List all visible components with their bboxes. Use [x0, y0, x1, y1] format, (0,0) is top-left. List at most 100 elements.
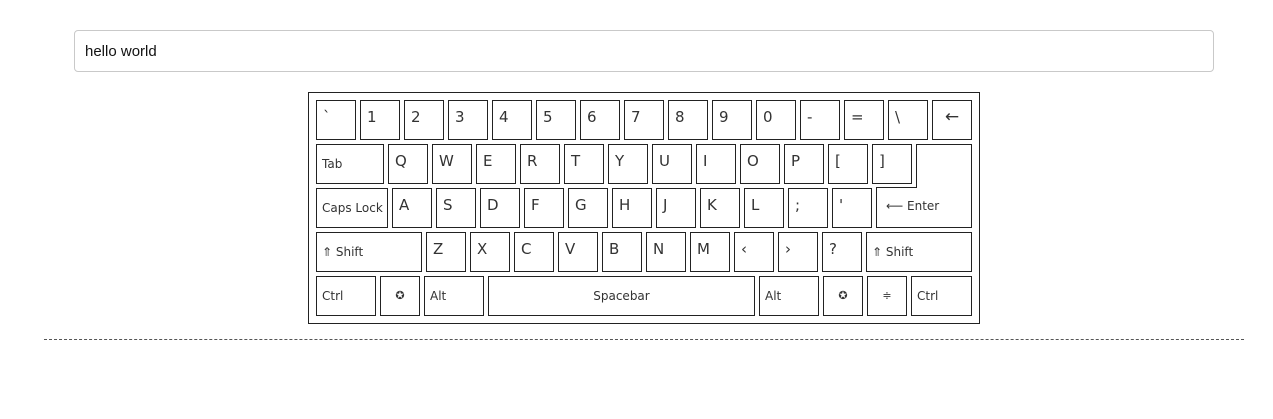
key-s[interactable]: S: [436, 188, 476, 228]
key-right-meta[interactable]: ✪: [823, 276, 863, 316]
key-k[interactable]: K: [700, 188, 740, 228]
key-t[interactable]: T: [564, 144, 604, 184]
key-label: J: [663, 196, 668, 214]
key-w[interactable]: W: [432, 144, 472, 184]
menu-icon: ≑: [882, 289, 892, 302]
key-label: G: [575, 196, 587, 214]
key-q[interactable]: Q: [388, 144, 428, 184]
key-a[interactable]: A: [392, 188, 432, 228]
key-j[interactable]: J: [656, 188, 696, 228]
key-label: 1: [367, 108, 377, 126]
key-label: ?: [829, 240, 837, 258]
key-menu[interactable]: ≑: [867, 276, 907, 316]
key-spacebar[interactable]: Spacebar: [488, 276, 755, 316]
key-label: ⇑ Shift: [872, 245, 914, 259]
key-semicolon[interactable]: ;: [788, 188, 828, 228]
key-p[interactable]: P: [784, 144, 824, 184]
key-9[interactable]: 9: [712, 100, 752, 140]
key-question[interactable]: ?: [822, 232, 862, 272]
key-label: 6: [587, 108, 597, 126]
key-g[interactable]: G: [568, 188, 608, 228]
meta-icon: ✪: [395, 289, 405, 302]
key-label: K: [707, 196, 717, 214]
key-label: O: [747, 152, 759, 170]
text-input[interactable]: [74, 30, 1214, 72]
key-backtick[interactable]: `: [316, 100, 356, 140]
key-right-bracket[interactable]: ]: [872, 144, 912, 184]
key-8[interactable]: 8: [668, 100, 708, 140]
key-label: Alt: [430, 289, 447, 303]
key-left-alt[interactable]: Alt: [424, 276, 484, 316]
key-right-ctrl[interactable]: Ctrl: [911, 276, 972, 316]
key-left-bracket[interactable]: [: [828, 144, 868, 184]
key-right-shift[interactable]: ⇑ Shift: [866, 232, 972, 272]
key-comma[interactable]: ‹: [734, 232, 774, 272]
enter-key-label: ⟵ Enter: [886, 199, 940, 213]
key-n[interactable]: N: [646, 232, 686, 272]
key-label: Ctrl: [322, 289, 344, 303]
key-h[interactable]: H: [612, 188, 652, 228]
key-i[interactable]: I: [696, 144, 736, 184]
key-3[interactable]: 3: [448, 100, 488, 140]
key-label: A: [399, 196, 410, 214]
key-label: ': [839, 196, 844, 214]
key-label: 5: [543, 108, 553, 126]
key-x[interactable]: X: [470, 232, 510, 272]
key-left-meta[interactable]: ✪: [380, 276, 420, 316]
key-f[interactable]: F: [524, 188, 564, 228]
key-label: F: [531, 196, 540, 214]
key-label: 0: [763, 108, 773, 126]
key-label: 8: [675, 108, 685, 126]
key-backslash[interactable]: \: [888, 100, 928, 140]
key-label: ⇑ Shift: [322, 245, 364, 259]
key-period[interactable]: ›: [778, 232, 818, 272]
key-v[interactable]: V: [558, 232, 598, 272]
key-label: Tab: [322, 157, 343, 171]
key-label: H: [619, 196, 631, 214]
key-label: `: [323, 108, 331, 126]
key-label: X: [477, 240, 488, 258]
key-e[interactable]: E: [476, 144, 516, 184]
key-minus[interactable]: -: [800, 100, 840, 140]
key-label: -: [807, 108, 813, 126]
key-z[interactable]: Z: [426, 232, 466, 272]
key-quote[interactable]: ': [832, 188, 872, 228]
key-tab[interactable]: Tab: [316, 144, 384, 184]
key-label: Caps Lock: [322, 201, 383, 215]
key-equals[interactable]: =: [844, 100, 884, 140]
key-c[interactable]: C: [514, 232, 554, 272]
key-label: S: [443, 196, 453, 214]
key-left-shift[interactable]: ⇑ Shift: [316, 232, 422, 272]
key-l[interactable]: L: [744, 188, 784, 228]
key-5[interactable]: 5: [536, 100, 576, 140]
key-7[interactable]: 7: [624, 100, 664, 140]
key-label: ›: [785, 240, 791, 258]
key-d[interactable]: D: [480, 188, 520, 228]
key-caps-lock[interactable]: Caps Lock: [316, 188, 388, 228]
backspace-arrow-icon: ←: [944, 107, 960, 127]
key-o[interactable]: O: [740, 144, 780, 184]
key-right-alt[interactable]: Alt: [759, 276, 819, 316]
key-1[interactable]: 1: [360, 100, 400, 140]
key-label: M: [697, 240, 710, 258]
key-0[interactable]: 0: [756, 100, 796, 140]
key-m[interactable]: M: [690, 232, 730, 272]
key-left-ctrl[interactable]: Ctrl: [316, 276, 376, 316]
key-label: Q: [395, 152, 407, 170]
key-label: 9: [719, 108, 729, 126]
key-4[interactable]: 4: [492, 100, 532, 140]
key-label: Ctrl: [917, 289, 939, 303]
key-label: W: [439, 152, 454, 170]
key-label: Y: [615, 152, 625, 170]
key-u[interactable]: U: [652, 144, 692, 184]
key-6[interactable]: 6: [580, 100, 620, 140]
key-label: T: [571, 152, 581, 170]
key-r[interactable]: R: [520, 144, 560, 184]
key-b[interactable]: B: [602, 232, 642, 272]
key-label: V: [565, 240, 576, 258]
key-backspace[interactable]: ←: [932, 100, 972, 140]
key-2[interactable]: 2: [404, 100, 444, 140]
key-y[interactable]: Y: [608, 144, 648, 184]
key-label: Spacebar: [593, 289, 650, 303]
enter-key-notch: [876, 187, 917, 188]
